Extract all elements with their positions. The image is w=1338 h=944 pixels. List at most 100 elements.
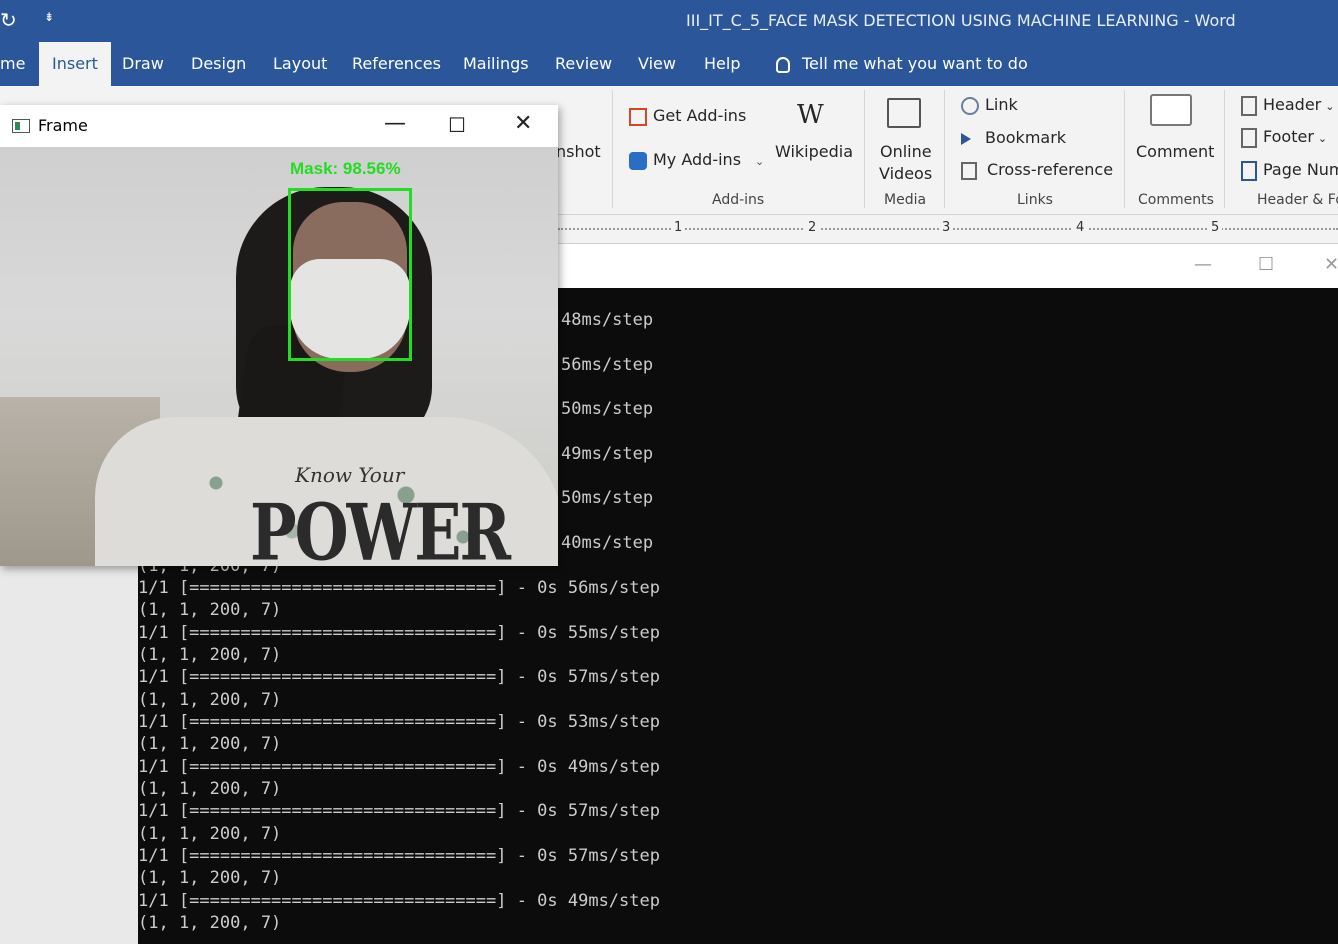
console-maximize-button[interactable]: ☐ — [1258, 254, 1274, 275]
frame-title-bar[interactable]: Frame — ☐ ✕ — [0, 105, 558, 147]
new-comment-icon — [1150, 94, 1192, 130]
console-line: (1, 1, 200, 7) — [138, 600, 282, 620]
ribbon-separator — [1224, 90, 1225, 208]
document-page-margin — [0, 565, 138, 944]
bookmark-icon — [961, 132, 971, 145]
chevron-down-icon: ⌄ — [1317, 132, 1328, 145]
console-line: (1, 1, 200, 7) — [138, 645, 282, 665]
console-line: 1/1 [==============================] - 0… — [138, 846, 660, 866]
ribbon-separator — [1124, 90, 1125, 208]
get-addins-button[interactable]: Get Add-ins — [629, 106, 746, 126]
console-line: 50ms/step — [561, 488, 654, 508]
tab-layout[interactable]: Layout — [273, 42, 327, 86]
maximize-button[interactable]: ☐ — [448, 113, 466, 137]
redo-icon[interactable]: ↻ — [0, 8, 17, 32]
customize-quick-access-icon[interactable]: ⇟ — [44, 10, 54, 24]
console-minimize-button[interactable]: — — [1194, 254, 1212, 275]
chevron-down-icon: ⌄ — [1325, 100, 1335, 113]
close-button[interactable]: ✕ — [514, 111, 532, 136]
page-number-label: Page Num — [1263, 160, 1338, 179]
header-icon — [1241, 95, 1257, 116]
ruler-number: 1 — [671, 220, 686, 235]
tab-home[interactable]: me — [0, 42, 25, 86]
ribbon-separator — [864, 90, 865, 208]
footer-icon — [1241, 127, 1257, 148]
my-addins-button[interactable]: My Add-ins ⌄ — [629, 150, 764, 170]
wikipedia-icon[interactable]: W — [797, 100, 824, 130]
lightbulb-icon — [776, 56, 790, 73]
my-addins-label: My Add-ins — [653, 150, 742, 169]
header-label: Header — [1263, 95, 1322, 114]
bookmark-button[interactable]: Bookmark — [961, 128, 1066, 147]
detection-bounding-box — [288, 188, 412, 361]
console-line: 1/1 [==============================] - 0… — [138, 801, 660, 821]
minimize-button[interactable]: — — [384, 111, 406, 136]
tab-mailings[interactable]: Mailings — [463, 42, 529, 86]
console-line: 1/1 [==============================] - 0… — [138, 757, 660, 777]
cross-reference-button[interactable]: Cross-reference — [961, 160, 1113, 180]
shirt-script-text: Know Your — [295, 463, 405, 487]
console-line: 50ms/step — [561, 399, 654, 419]
page-number-button[interactable]: Page Num — [1241, 160, 1338, 181]
chevron-down-icon[interactable]: ⌄ — [755, 155, 764, 168]
console-close-button[interactable]: ✕ — [1324, 254, 1338, 275]
tab-review[interactable]: Review — [555, 42, 612, 86]
online-videos-label-2[interactable]: Videos — [879, 164, 932, 183]
footer-label: Footer — [1263, 127, 1314, 146]
frame-window-icon — [12, 119, 30, 133]
tell-me-search[interactable]: Tell me what you want to do — [776, 42, 1028, 86]
console-line: 1/1 [==============================] - 0… — [138, 623, 660, 643]
header-button[interactable]: Header ⌄ — [1241, 95, 1334, 116]
console-line: (1, 1, 200, 7) — [138, 734, 282, 754]
media-group-label: Media — [884, 192, 927, 208]
ruler-number: 4 — [1073, 220, 1088, 235]
footer-button[interactable]: Footer ⌄ — [1241, 127, 1327, 148]
console-line: (1, 1, 200, 7) — [138, 690, 282, 710]
console-line: (1, 1, 200, 7) — [138, 824, 282, 844]
detection-label: Mask: 98.56% — [290, 159, 401, 178]
console-line: 1/1 [==============================] - 0… — [138, 891, 660, 911]
link-icon — [961, 96, 979, 115]
tab-help[interactable]: Help — [704, 42, 740, 86]
tab-view[interactable]: View — [638, 42, 676, 86]
ruler-number: 3 — [939, 220, 954, 235]
document-title: III_IT_C_5_FACE MASK DETECTION USING MAC… — [686, 11, 1236, 30]
comment-button[interactable]: Comment — [1136, 142, 1214, 161]
console-line: 1/1 [==============================] - 0… — [138, 667, 660, 687]
tell-me-label: Tell me what you want to do — [802, 54, 1028, 73]
tab-insert[interactable]: Insert — [39, 42, 111, 86]
console-line: (1, 1, 200, 7) — [138, 913, 282, 933]
horizontal-ruler[interactable]: 1 2 3 4 5 — [558, 215, 1338, 244]
console-line: 40ms/step — [561, 533, 654, 553]
page-number-icon — [1241, 160, 1257, 181]
frame-window[interactable]: Frame — ☐ ✕ Know Your POWER Mask: 98.56% — [0, 105, 558, 566]
addins-icon — [629, 151, 647, 170]
ruler-number: 5 — [1208, 220, 1223, 235]
link-button[interactable]: Link — [961, 95, 1018, 115]
header-footer-group-label: Header & Fo — [1257, 192, 1338, 208]
store-icon — [629, 107, 647, 126]
console-line: (1, 1, 200, 7) — [138, 779, 282, 799]
console-line: 48ms/step — [561, 310, 654, 330]
tab-draw[interactable]: Draw — [122, 42, 164, 86]
online-video-icon — [887, 98, 921, 132]
console-line: 49ms/step — [561, 444, 654, 464]
console-title-bar: — ☐ ✕ — [558, 244, 1338, 288]
wikipedia-button[interactable]: Wikipedia — [775, 142, 853, 161]
ribbon-separator — [612, 90, 613, 208]
comments-group-label: Comments — [1138, 192, 1214, 208]
cross-reference-label: Cross-reference — [987, 160, 1114, 179]
ruler-number: 2 — [805, 220, 820, 235]
webcam-feed: Know Your POWER Mask: 98.56% — [0, 147, 558, 566]
screenshot-button[interactable]: nshot — [556, 142, 601, 161]
ribbon-separator — [944, 90, 945, 208]
tab-design[interactable]: Design — [191, 42, 246, 86]
ribbon-tabs: me Insert Draw Design Layout References … — [0, 42, 1338, 86]
get-addins-label: Get Add-ins — [653, 106, 747, 125]
tab-references[interactable]: References — [352, 42, 441, 86]
cross-reference-icon — [961, 161, 977, 180]
online-videos-label-1[interactable]: Online — [880, 142, 932, 161]
shirt-power-text: POWER — [250, 487, 511, 566]
console-line: 1/1 [==============================] - 0… — [138, 578, 660, 598]
links-group-label: Links — [1017, 192, 1053, 208]
